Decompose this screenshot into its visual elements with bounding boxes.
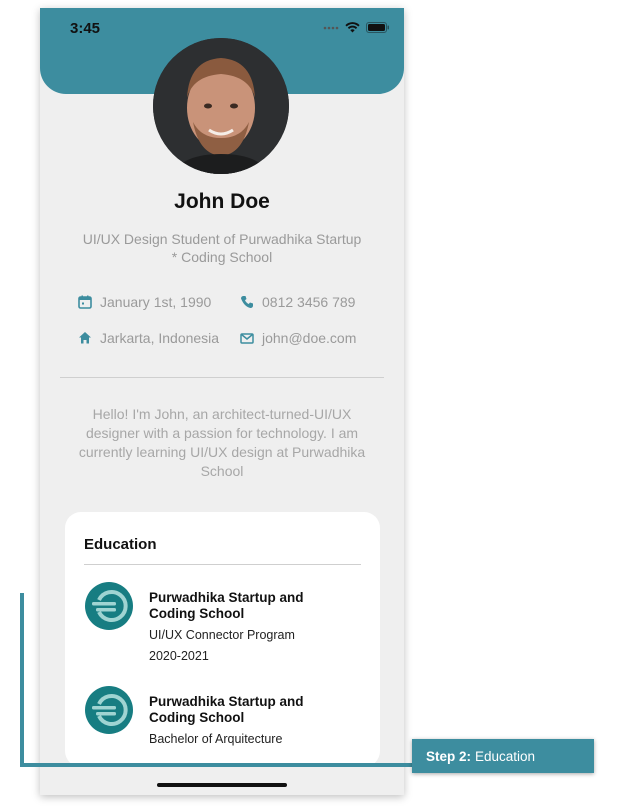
education-school-name: Purwadhika Startup and Coding School (149, 590, 304, 621)
school-logo-icon (85, 686, 133, 734)
education-title: Education (84, 536, 157, 553)
education-item[interactable]: Purwadhika Startup and Coding School Bac… (149, 694, 349, 747)
signal-icon (323, 26, 339, 29)
step-number: Step 2: (426, 748, 472, 764)
battery-icon (366, 22, 389, 33)
callout-bracket-vertical (20, 593, 24, 767)
education-program: UI/UX Connector Program (149, 628, 295, 642)
education-item[interactable]: Purwadhika Startup and Coding School UI/… (149, 590, 349, 664)
step-title: Education (475, 748, 536, 764)
calendar-icon (78, 295, 92, 309)
avatar-photo (153, 38, 289, 174)
birthday-text: January 1st, 1990 (100, 294, 212, 310)
phone-info[interactable]: 0812 3456 789 (240, 294, 355, 310)
phone-icon (241, 296, 253, 308)
profile-bio: Hello! I'm John, an architect-turned-UI/… (78, 406, 366, 479)
email-text: john@doe.com (262, 330, 357, 346)
email-info[interactable]: john@doe.com (240, 330, 356, 346)
home-icon (79, 332, 91, 344)
school-logo-icon (85, 582, 133, 630)
education-school-name: Purwadhika Startup and Coding School (149, 694, 304, 725)
section-divider (60, 377, 384, 378)
phone-screen: 3:45 John Doe UI/UX Design Student of Pu… (40, 8, 404, 795)
education-program: Bachelor of Arquitecture (149, 732, 283, 746)
education-card: Education Purwadhika Startup and Coding … (65, 512, 380, 767)
education-divider (84, 564, 361, 565)
wifi-icon (345, 22, 360, 33)
callout-bracket-horizontal (20, 763, 414, 767)
education-years: 2020-2021 (149, 649, 209, 663)
status-icons (323, 22, 390, 33)
location-info: Jarkarta, Indonesia (78, 330, 219, 346)
profile-name: John Doe (174, 190, 270, 213)
location-text: Jarkarta, Indonesia (100, 330, 220, 346)
phone-text: 0812 3456 789 (262, 294, 356, 310)
step-callout-label: Step 2: Education (412, 739, 594, 773)
home-indicator (157, 783, 287, 787)
avatar (153, 38, 289, 174)
profile-subtitle: UI/UX Design Student of Purwadhika Start… (82, 231, 362, 265)
mail-icon (240, 333, 254, 344)
birthday-info: January 1st, 1990 (78, 294, 211, 310)
status-time: 3:45 (70, 20, 101, 37)
